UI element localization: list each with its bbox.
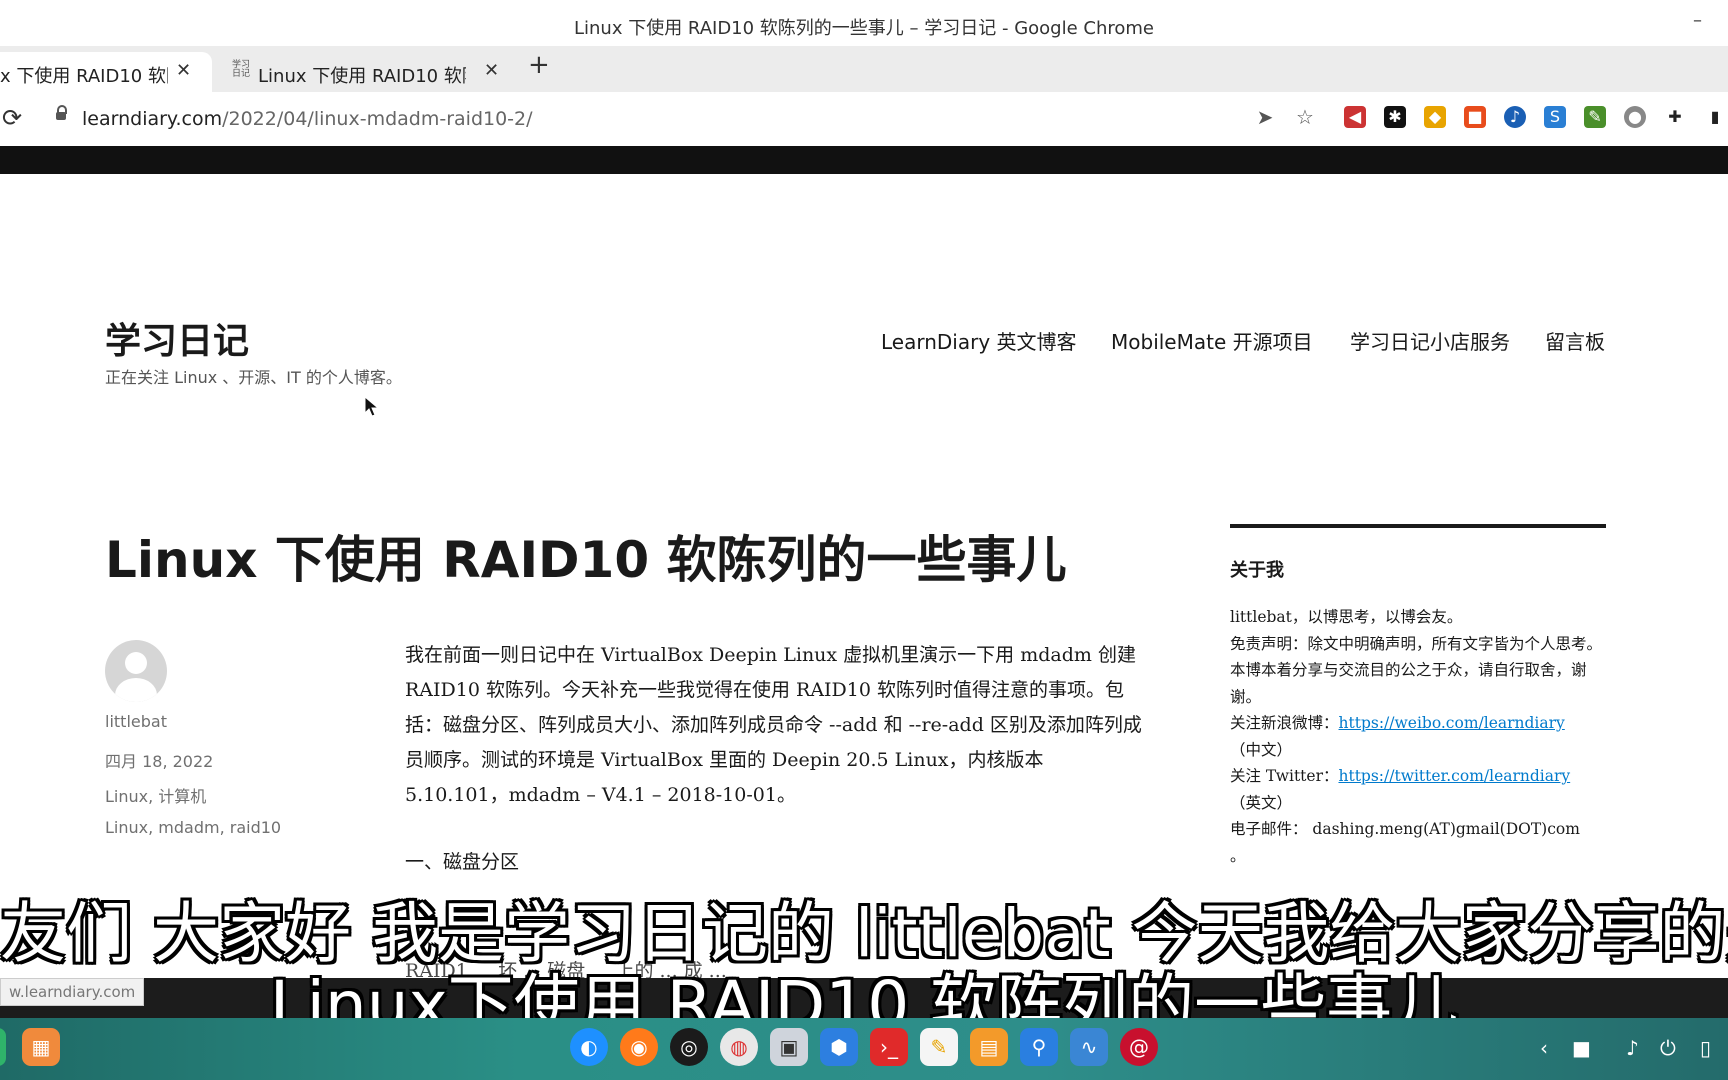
site-title[interactable]: 学习日记 [105, 312, 249, 364]
minimize-button[interactable]: – [1693, 10, 1702, 31]
url-path: /2022/04/linux-mdadm-raid10-2/ [222, 108, 533, 130]
email-tail: 。 [1230, 846, 1246, 865]
disclaimer-text: 免责声明：除文中明确声明，所有文字皆为个人思考。本博本着分享与交流目的公之于众，… [1230, 634, 1603, 706]
chrome-icon[interactable]: ◍ [720, 1028, 758, 1066]
camera-lens-icon[interactable]: ◎ [670, 1028, 708, 1066]
email-text: 电子邮件： dashing.meng(AT)gmail(DOT)com [1230, 820, 1580, 838]
window-title: Linux 下使用 RAID10 软陈列的一些事儿 – 学习日记 - Googl… [573, 18, 1154, 39]
weibo-link[interactable]: https://weibo.com/learndiary [1339, 714, 1565, 732]
edge-icon[interactable]: ◐ [570, 1028, 608, 1066]
site-top-bar [0, 146, 1728, 174]
twitter-label: 关注 Twitter： [1230, 767, 1339, 785]
new-tab-button[interactable]: + [528, 50, 550, 80]
author-avatar[interactable] [105, 640, 167, 702]
post-title[interactable]: Linux 下使用 RAID10 软陈列的一些事儿 [105, 520, 1067, 592]
music-extension-icon[interactable]: ♪ [1504, 106, 1526, 128]
nav-item-shop[interactable]: 学习日记小店服务 [1350, 326, 1510, 355]
taskbar-dock: ▦ ◐ ◉ ◎ ◍ ▣ ⬢ ›_ ✎ ▤ ⚲ ∿ @ ‹ ■ ♪ ⏻ ▯ [0, 1018, 1728, 1080]
paint-extension-icon[interactable]: ✎ [1584, 106, 1606, 128]
post-categories[interactable]: Linux, 计算机 [105, 783, 206, 807]
paw-extension-icon[interactable]: ✱ [1384, 106, 1406, 128]
tab-label: x 下使用 RAID10 软陈列 [0, 66, 168, 87]
announce-extension-icon[interactable]: ◀ [1344, 106, 1366, 128]
address-toolbar: ⟳ learndiary.com/2022/04/linux-mdadm-rai… [0, 92, 1728, 147]
weibo-label: 关注新浪微博： [1230, 714, 1339, 732]
terminal-icon[interactable]: ›_ [870, 1028, 908, 1066]
weibo-note: （中文） [1230, 740, 1293, 759]
close-icon[interactable]: ✕ [176, 60, 191, 81]
post-date[interactable]: 四月 18, 2022 [105, 748, 213, 772]
translate-extension-icon[interactable]: ■ [1464, 106, 1486, 128]
multitask-icon[interactable]: ▦ [22, 1028, 60, 1066]
mouse-cursor-icon [364, 396, 380, 417]
store-bag-icon[interactable]: ▤ [970, 1028, 1008, 1066]
tab-label: Linux 下使用 RAID10 软陈列 [258, 66, 466, 87]
site-favicon-icon: 学习 日记 [232, 60, 251, 79]
camera-icon[interactable]: ▣ [770, 1028, 808, 1066]
debian-icon[interactable]: @ [1120, 1028, 1158, 1066]
monitor-icon[interactable]: ∿ [1070, 1028, 1108, 1066]
bookmark-star-icon[interactable]: ☆ [1294, 106, 1316, 128]
close-icon[interactable]: ✕ [484, 60, 499, 81]
app-store-icon[interactable]: ⬢ [820, 1028, 858, 1066]
widget-divider [1230, 524, 1606, 528]
address-bar[interactable]: learndiary.com/2022/04/linux-mdadm-raid1… [82, 108, 533, 130]
tab-active[interactable]: x 下使用 RAID10 软陈列 ✕ [0, 52, 212, 92]
post-intro: 我在前面一则日记中在 VirtualBox Deepin Linux 虚拟机里演… [405, 644, 1142, 806]
tab-inactive[interactable]: 学习日记 Linux 下使用 RAID10 软陈列 ✕ [214, 52, 504, 92]
nav-item-mobilemate[interactable]: MobileMate 开源项目 [1111, 326, 1313, 355]
side-panel-icon[interactable]: ▮ [1704, 106, 1726, 128]
widget-title: 关于我 [1230, 560, 1284, 581]
rss-extension-icon[interactable]: ◆ [1424, 106, 1446, 128]
twitter-note: （英文） [1230, 793, 1293, 812]
about-widget: littlebat，以博思考，以博会友。 免责声明：除文中明确声明，所有文字皆为… [1230, 604, 1606, 869]
circle-extension-icon[interactable]: ● [1624, 106, 1646, 128]
chevron-left-icon[interactable]: ‹ [1540, 1036, 1548, 1060]
post-author[interactable]: littlebat [105, 712, 167, 731]
post-tags[interactable]: Linux, mdadm, raid10 [105, 818, 281, 837]
twitter-link[interactable]: https://twitter.com/learndiary [1338, 767, 1570, 785]
bell-icon[interactable]: ♪ [1626, 1036, 1639, 1060]
lock-icon[interactable] [56, 105, 67, 120]
editor-icon[interactable]: ✎ [920, 1028, 958, 1066]
post-content: 我在前面一则日记中在 VirtualBox Deepin Linux 虚拟机里演… [405, 638, 1145, 880]
trash-icon[interactable]: ▯ [1700, 1036, 1711, 1060]
video-camera-icon[interactable]: ■ [1572, 1036, 1591, 1060]
launcher-icon[interactable] [0, 1028, 6, 1066]
screenshot-extension-icon[interactable]: S [1544, 106, 1566, 128]
site-tagline: 正在关注 Linux 、开源、IT 的个人博客。 [105, 368, 402, 387]
reload-icon[interactable]: ⟳ [2, 104, 22, 132]
nav-item-guestbook[interactable]: 留言板 [1545, 326, 1605, 355]
section-heading: 一、磁盘分区 [405, 851, 520, 873]
tab-strip: x 下使用 RAID10 软陈列 ✕ 学习日记 Linux 下使用 RAID10… [0, 46, 1728, 92]
window-titlebar: Linux 下使用 RAID10 软陈列的一些事儿 – 学习日记 - Googl… [0, 0, 1728, 46]
send-icon[interactable]: ➤ [1254, 106, 1276, 128]
about-line: littlebat，以博思考，以博会友。 [1230, 608, 1463, 626]
nav-item-english-blog[interactable]: LearnDiary 英文博客 [881, 326, 1077, 355]
firefox-icon[interactable]: ◉ [620, 1028, 658, 1066]
puzzle-extensions-icon[interactable]: ✚ [1664, 106, 1686, 128]
finder-icon[interactable]: ⚲ [1020, 1028, 1058, 1066]
power-icon[interactable]: ⏻ [1660, 1036, 1676, 1060]
url-domain: learndiary.com [82, 108, 223, 130]
